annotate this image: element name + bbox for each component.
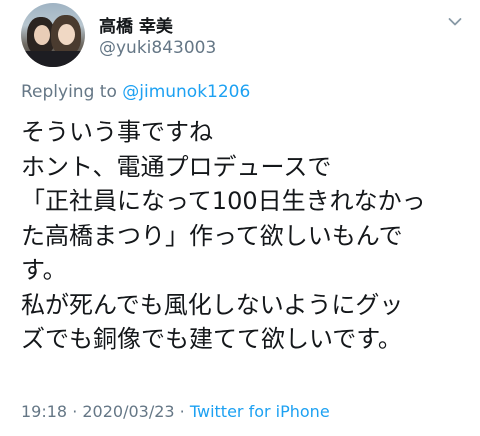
tweet-text: そういう事ですね ホント、電通プロデュースで 「正社員になって100日生きれなか… [21,115,471,357]
tweet-text-line: 私が死んでも風化しないようにグッ [21,290,404,319]
tweet-time[interactable]: 19:18 [21,402,67,421]
meta-separator: · [67,402,83,421]
display-name[interactable]: 高橋 幸美 [99,12,173,37]
avatar[interactable] [21,3,85,67]
avatar-clothes [21,51,85,67]
reply-mention-link[interactable]: @jimunok1206 [122,82,250,102]
chevron-down-icon[interactable] [448,17,462,27]
tweet: 高橋 幸美 @yuki843003 Replying to @jimunok12… [0,0,480,436]
tweet-text-line: ズでも銅像でも建てて欲しいです。 [21,325,402,353]
avatar-face-left [34,25,50,45]
tweet-meta: 19:18 · 2020/03/23 · Twitter for iPhone [21,402,330,421]
tweet-text-line: 「正社員になって100日生きれなかっ [21,187,426,215]
tweet-text-line: た高橋まつり」作って欲しいもんで [21,221,403,250]
user-handle[interactable]: @yuki843003 [99,38,216,58]
tweet-source-link[interactable]: Twitter for iPhone [190,402,330,421]
replying-to-label: Replying to [21,82,123,102]
tweet-text-line: す。 [21,256,67,284]
meta-separator: · [174,402,190,421]
tweet-text-line: ホント、電通プロデュースで [21,152,332,181]
replying-to: Replying to @jimunok1206 [21,82,250,102]
avatar-face-right [58,24,75,45]
tweet-date[interactable]: 2020/03/23 [82,402,174,421]
tweet-header: 高橋 幸美 @yuki843003 [21,3,462,69]
tweet-text-line: そういう事ですね [21,118,213,146]
